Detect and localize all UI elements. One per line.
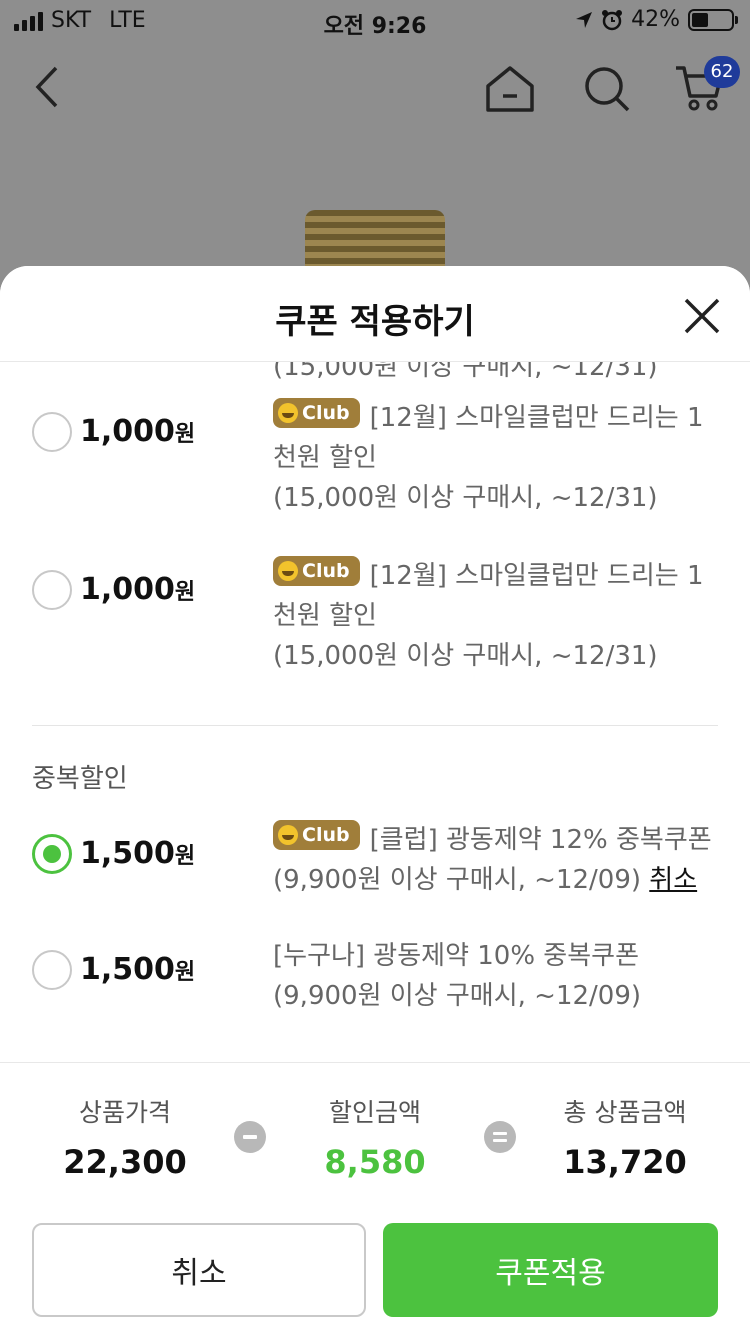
coupon-amount: 1,000원 (80, 414, 196, 449)
coupon-radio[interactable] (32, 412, 72, 452)
summary-total: 총 상품금액 13,720 (500, 1093, 750, 1181)
sheet-title: 쿠폰 적용하기 (275, 302, 475, 342)
alarm-icon (602, 9, 623, 30)
battery-icon (688, 8, 738, 31)
club-badge: Club (273, 820, 360, 850)
club-badge: Club (273, 398, 360, 428)
price-value: 22,300 (63, 1143, 187, 1181)
summary-discount: 할인금액 8,580 (250, 1093, 500, 1181)
battery-percent: 42% (631, 7, 680, 32)
total-value: 13,720 (563, 1143, 687, 1181)
discount-value: 8,580 (324, 1143, 426, 1181)
cancel-coupon-link[interactable]: 취소 (649, 865, 697, 895)
status-bar: SKT LTE 오전 9:26 42% (0, 0, 750, 42)
club-badge: Club (273, 556, 360, 586)
divider (32, 725, 718, 726)
cancel-button[interactable]: 취소 (32, 1223, 366, 1317)
coupon-description: [누구나] 광동제약 10% 중복쿠폰 (9,900원 이상 구매시, ~12/… (273, 936, 723, 1016)
total-label: 총 상품금액 (563, 1098, 687, 1127)
coupon-description: Club [12월] 스마일클럽만 드리는 1천원 할인 (15,000원 이상 … (273, 398, 723, 518)
coupon-amount: 1,500원 (80, 952, 196, 987)
coupon-sheet: 쿠폰 적용하기 (15,000원 이상 구매시, ~12/31) 1,000원 … (0, 266, 750, 1334)
coupon-description: Club [클럽] 광동제약 12% 중복쿠폰 (9,900원 이상 구매시, ~… (273, 820, 723, 900)
coupon-radio-selected[interactable] (32, 834, 72, 874)
coupon-list[interactable]: (15,000원 이상 구매시, ~12/31) 1,000원 Club [12월… (0, 362, 750, 1062)
sheet-header: 쿠폰 적용하기 (0, 266, 750, 362)
product-image (305, 210, 445, 270)
summary-price: 상품가격 22,300 (0, 1093, 250, 1181)
smile-icon (278, 561, 298, 581)
location-icon (576, 11, 593, 28)
cart-count-badge: 62 (704, 56, 740, 88)
home-icon[interactable] (484, 64, 536, 114)
discount-label: 할인금액 (328, 1098, 421, 1127)
coupon-radio[interactable] (32, 950, 72, 990)
cutoff-condition: (15,000원 이상 구매시, ~12/31) (273, 362, 658, 382)
price-label: 상품가격 (78, 1098, 171, 1127)
coupon-amount: 1,000원 (80, 572, 196, 607)
coupon-radio[interactable] (32, 570, 72, 610)
coupon-condition: (15,000원 이상 구매시, ~12/31) (273, 641, 658, 671)
coupon-description: Club [12월] 스마일클럽만 드리는 1천원 할인 (15,000원 이상 … (273, 556, 723, 676)
search-icon[interactable] (582, 64, 632, 114)
price-summary: 상품가격 22,300 할인금액 8,580 총 상품금액 13,720 취소 … (0, 1062, 750, 1334)
coupon-condition: (9,900원 이상 구매시, ~12/09) (273, 981, 642, 1011)
coupon-title: [누구나] 광동제약 10% 중복쿠폰 (273, 941, 639, 971)
back-icon[interactable] (30, 64, 64, 110)
coupon-title: [클럽] 광동제약 12% 중복쿠폰 (369, 825, 712, 855)
close-icon[interactable] (678, 292, 726, 340)
apply-coupon-button[interactable]: 쿠폰적용 (383, 1223, 718, 1317)
coupon-condition: (15,000원 이상 구매시, ~12/31) (273, 483, 658, 513)
coupon-amount: 1,500원 (80, 836, 196, 871)
smile-icon (278, 403, 298, 423)
smile-icon (278, 825, 298, 845)
status-right: 42% (575, 7, 738, 32)
coupon-condition: (9,900원 이상 구매시, ~12/09) (273, 865, 642, 895)
section-title-duplicate: 중복할인 (32, 764, 128, 794)
